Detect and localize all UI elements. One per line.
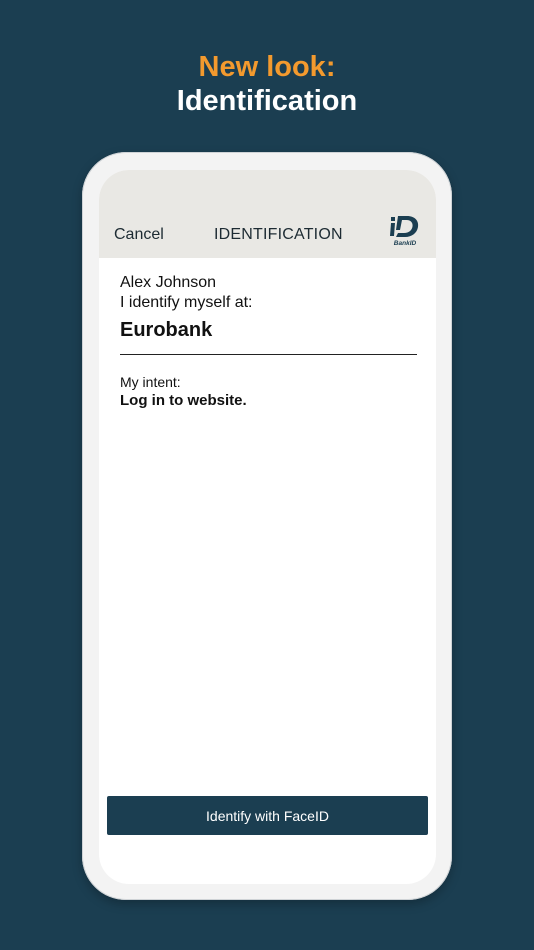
intent-value: Log in to website. <box>120 392 247 409</box>
identify-with-faceid-button[interactable]: Identify with FaceID <box>107 796 428 835</box>
identification-details: Alex Johnson I identify myself at: Eurob… <box>120 273 417 410</box>
promo-heading-line2: Identification <box>176 85 358 117</box>
navigation-bar: Cancel IDENTIFICATION BankID <box>99 170 436 258</box>
bankid-logo-icon: BankID <box>390 216 419 247</box>
user-name: Alex Johnson <box>120 274 217 291</box>
intent-label: My intent: <box>120 374 181 390</box>
bankid-logo-text: BankID <box>394 240 417 247</box>
cancel-button[interactable]: Cancel <box>114 226 164 244</box>
page-title: IDENTIFICATION <box>214 226 343 243</box>
phone-screen: Cancel IDENTIFICATION BankID Alex Johnso… <box>99 170 436 884</box>
organization-name: Eurobank <box>120 319 213 341</box>
identify-at-label: I identify myself at: <box>120 294 253 311</box>
promo-heading: New look: Identification <box>0 50 534 118</box>
divider <box>120 354 417 355</box>
app-screen: { "promo": { "line1": "New look:", "line… <box>0 0 534 950</box>
promo-heading-line1: New look: <box>198 51 336 83</box>
